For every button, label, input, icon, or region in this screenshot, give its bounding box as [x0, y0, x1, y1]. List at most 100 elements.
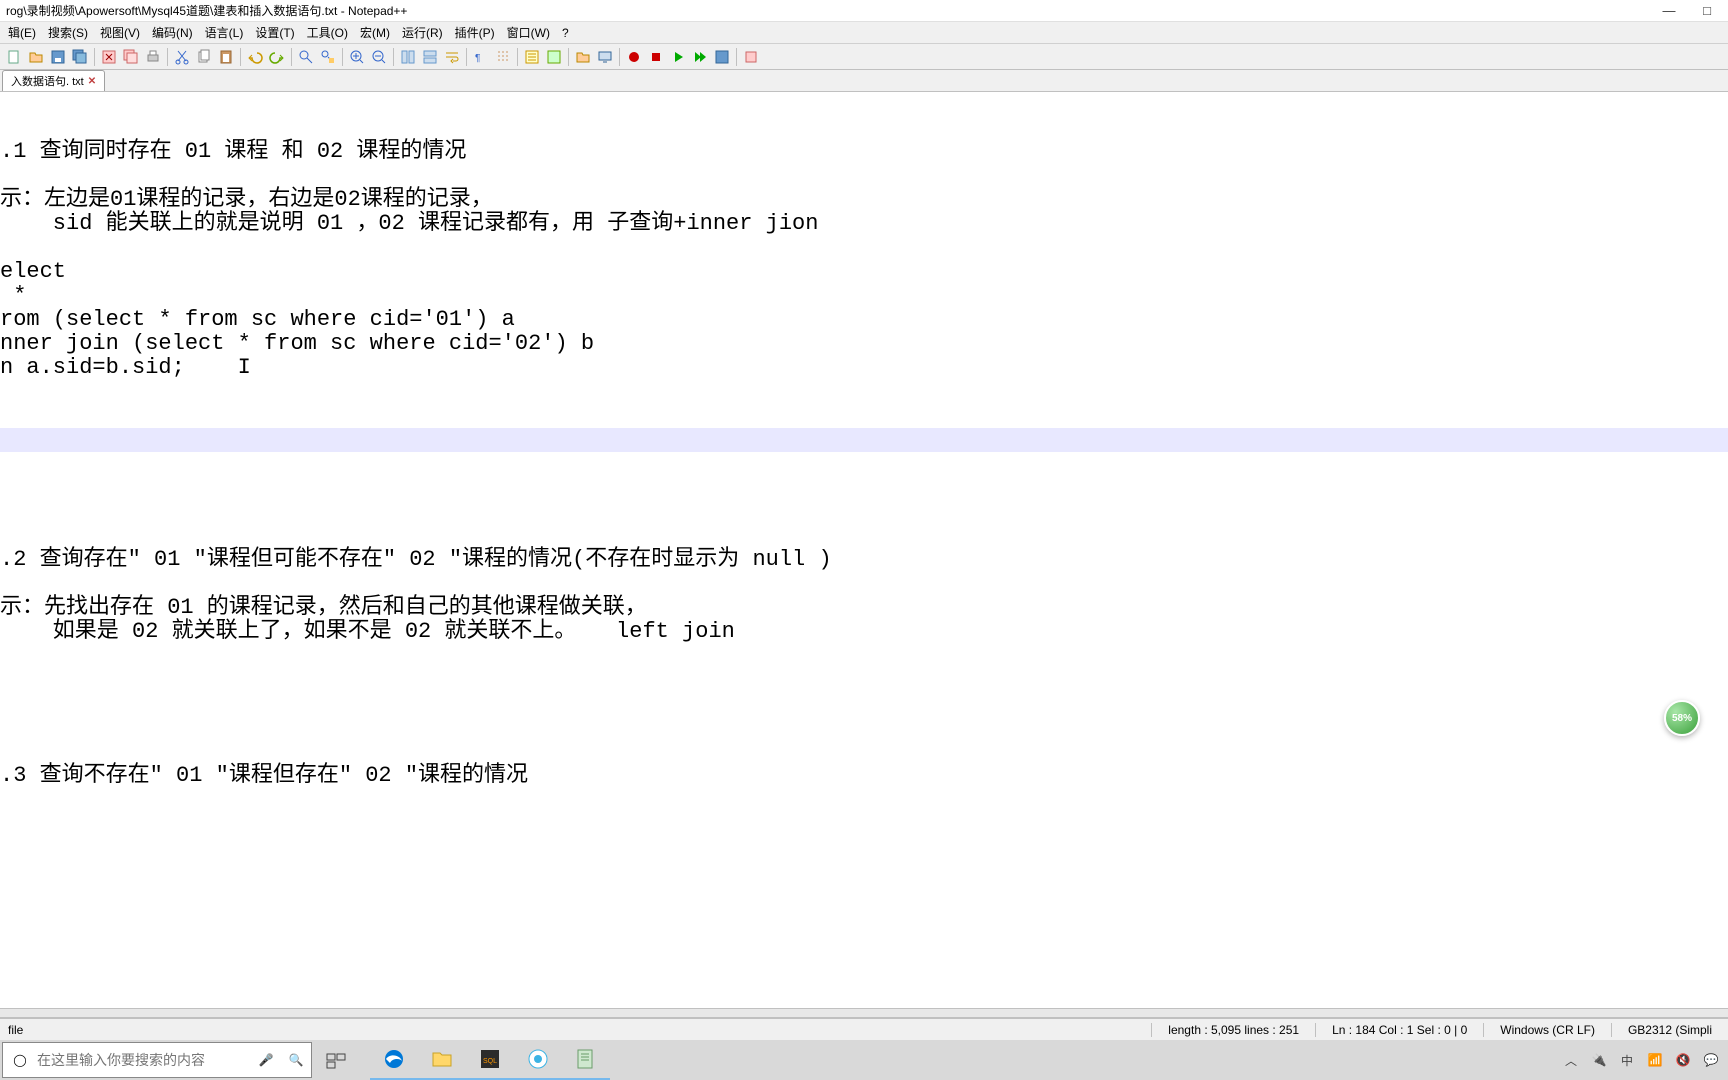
stop-icon[interactable]: [646, 47, 666, 67]
play-icon[interactable]: [668, 47, 688, 67]
taskbar-search[interactable]: ◯ 🎤 🔍: [2, 1042, 312, 1078]
editor-line: elect: [0, 260, 1728, 284]
status-eol: Windows (CR LF): [1483, 1023, 1611, 1037]
tab-label: 入数据语句. txt: [11, 73, 84, 89]
search-input[interactable]: [37, 1052, 251, 1068]
sync-v-icon[interactable]: [398, 47, 418, 67]
system-tray: ︿ 🔌 中 📶 🔇 💬: [1562, 1040, 1728, 1080]
record-icon[interactable]: [624, 47, 644, 67]
mysql-icon[interactable]: SQL: [466, 1040, 514, 1080]
menu-window[interactable]: 窗口(W): [501, 22, 556, 43]
menu-plugins[interactable]: 插件(P): [449, 22, 501, 43]
editor-line: 如果是 02 就关联上了，如果不是 02 就关联不上。 left join: [0, 620, 1728, 644]
svg-text:¶: ¶: [475, 53, 480, 64]
window-title: rog\录制视频\Apowersoft\Mysql45道题\建表和插入数据语句.…: [6, 2, 1654, 19]
svg-text:SQL: SQL: [483, 1058, 497, 1065]
edge-icon[interactable]: [370, 1040, 418, 1080]
editor-line: [0, 476, 1728, 500]
editor-line: [0, 164, 1728, 188]
zoom-in-icon[interactable]: [347, 47, 367, 67]
cortana-icon: ◯: [3, 1053, 37, 1067]
menu-tools[interactable]: 工具(O): [301, 22, 354, 43]
editor-line: [0, 740, 1728, 764]
menu-macro[interactable]: 宏(M): [354, 22, 396, 43]
redo-icon[interactable]: [267, 47, 287, 67]
editor-line: rom (select * from sc where cid='01') a: [0, 308, 1728, 332]
save-all-icon[interactable]: [70, 47, 90, 67]
editor-line: .2 查询存在" 01 "课程但可能不存在" 02 "课程的情况(不存在时显示为…: [0, 548, 1728, 572]
status-encoding: GB2312 (Simpli: [1611, 1023, 1728, 1037]
apowersoft-icon[interactable]: [514, 1040, 562, 1080]
show-all-icon[interactable]: ¶: [471, 47, 491, 67]
maximize-button[interactable]: □: [1692, 3, 1722, 18]
tray-chevron-icon[interactable]: ︿: [1562, 1052, 1580, 1069]
minimize-button[interactable]: —: [1654, 3, 1684, 18]
editor-line: *: [0, 284, 1728, 308]
file-tab[interactable]: 入数据语句. txt ✕: [2, 70, 105, 91]
menu-encoding[interactable]: 编码(N): [146, 22, 199, 43]
play-multi-icon[interactable]: [690, 47, 710, 67]
editor-area[interactable]: .1 查询同时存在 01 课程 和 02 课程的情况 示：左边是01课程的记录，…: [0, 92, 1728, 816]
editor-line: [0, 452, 1728, 476]
task-view-icon[interactable]: [312, 1040, 360, 1080]
menu-help[interactable]: ?: [556, 24, 575, 42]
editor-line: [0, 116, 1728, 140]
tray-volume-icon[interactable]: 🔇: [1674, 1053, 1692, 1067]
close-icon[interactable]: [99, 47, 119, 67]
cut-icon[interactable]: [172, 47, 192, 67]
explorer-icon[interactable]: [418, 1040, 466, 1080]
func-list-icon[interactable]: [522, 47, 542, 67]
status-bar: file length : 5,095 lines : 251 Ln : 184…: [0, 1018, 1728, 1040]
save-icon[interactable]: [48, 47, 68, 67]
replace-icon[interactable]: [318, 47, 338, 67]
close-all-icon[interactable]: [121, 47, 141, 67]
folder-icon[interactable]: [573, 47, 593, 67]
tray-power-icon[interactable]: 🔌: [1590, 1053, 1608, 1067]
new-file-icon[interactable]: [4, 47, 24, 67]
undo-icon[interactable]: [245, 47, 265, 67]
sync-h-icon[interactable]: [420, 47, 440, 67]
status-length: length : 5,095 lines : 251: [1151, 1023, 1315, 1037]
print-icon[interactable]: [143, 47, 163, 67]
status-position: Ln : 184 Col : 1 Sel : 0 | 0: [1315, 1023, 1483, 1037]
editor-line: [0, 404, 1728, 428]
tray-wifi-icon[interactable]: 📶: [1646, 1053, 1664, 1067]
editor-line: [0, 92, 1728, 116]
indent-guide-icon[interactable]: [493, 47, 513, 67]
menu-edit[interactable]: 辑(E): [2, 22, 42, 43]
tab-close-icon[interactable]: ✕: [88, 76, 96, 87]
mic-icon[interactable]: 🎤: [251, 1053, 281, 1067]
menu-view[interactable]: 视图(V): [94, 22, 146, 43]
editor-line: sid 能关联上的就是说明 01 ，02 课程记录都有，用 子查询+inner …: [0, 212, 1728, 236]
copy-icon[interactable]: [194, 47, 214, 67]
editor-line: [0, 524, 1728, 548]
editor-line: [0, 788, 1728, 812]
notepadpp-icon[interactable]: [562, 1040, 610, 1080]
editor-line: [0, 572, 1728, 596]
wrap-icon[interactable]: [442, 47, 462, 67]
menu-settings[interactable]: 设置(T): [249, 22, 300, 43]
menu-run[interactable]: 运行(R): [396, 22, 449, 43]
recording-badge[interactable]: 58%: [1664, 700, 1700, 736]
menu-bar: 辑(E) 搜索(S) 视图(V) 编码(N) 语言(L) 设置(T) 工具(O)…: [0, 22, 1728, 44]
zoom-out-icon[interactable]: [369, 47, 389, 67]
editor-line: [0, 716, 1728, 740]
menu-search[interactable]: 搜索(S): [42, 22, 94, 43]
paste-icon[interactable]: [216, 47, 236, 67]
editor-line: n a.sid=b.sid; I: [0, 356, 1728, 380]
status-separator: [0, 1008, 1728, 1018]
save-macro-icon[interactable]: [712, 47, 732, 67]
editor-line: nner join (select * from sc where cid='0…: [0, 332, 1728, 356]
open-file-icon[interactable]: [26, 47, 46, 67]
search-icon[interactable]: 🔍: [281, 1053, 311, 1067]
tray-action-icon[interactable]: 💬: [1702, 1053, 1720, 1067]
editor-line: [0, 428, 1728, 452]
menu-language[interactable]: 语言(L): [199, 22, 250, 43]
doc-map-icon[interactable]: [544, 47, 564, 67]
find-icon[interactable]: [296, 47, 316, 67]
plugin-icon[interactable]: [741, 47, 761, 67]
editor-line: [0, 236, 1728, 260]
monitor-icon[interactable]: [595, 47, 615, 67]
tray-ime-icon[interactable]: 中: [1618, 1052, 1636, 1069]
editor-line: .3 查询不存在" 01 "课程但存在" 02 "课程的情况: [0, 764, 1728, 788]
